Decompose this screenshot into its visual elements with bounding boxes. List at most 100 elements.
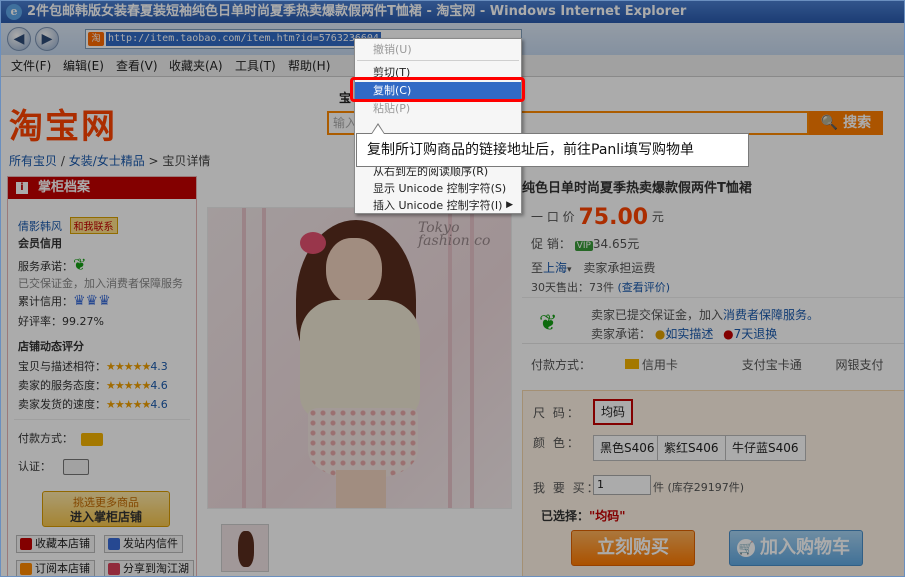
color-label: 颜 色： (533, 436, 581, 450)
vip-badge: VIP (574, 241, 593, 251)
rss-icon (20, 563, 32, 575)
product-thumbnail[interactable] (221, 524, 269, 572)
payment-credit-card: 信用卡 (624, 358, 708, 372)
contact-seller-button[interactable]: 和我联系 (69, 217, 118, 234)
model-face (326, 238, 382, 304)
share-icon (108, 563, 120, 575)
crown-icon[interactable]: ♛♛♛ (73, 293, 111, 309)
breadcrumb-category[interactable]: 女装/女士精品 (69, 154, 145, 168)
menu-tools[interactable]: 工具(T) (235, 58, 276, 74)
payment-methods-row: 付款方式： 信用卡 支付宝卡通 网银支付 (531, 356, 904, 373)
stock-text: 件 (库存29197件) (653, 481, 745, 494)
guarantee-text: 卖家已提交保证金，加入 (591, 308, 724, 322)
menu-edit[interactable]: 编辑(E) (63, 58, 104, 74)
collect-shop-button[interactable]: 收藏本店铺 (16, 535, 95, 553)
window-title-bar: e 2件包邮韩版女装春夏装短袖纯色日单时尚夏季热卖爆款假两件T恤裙 - 淘宝网 … (1, 1, 904, 23)
as-described-link[interactable]: 如实描述 (665, 327, 713, 341)
star-rating-icon: ★★★★★ (106, 360, 151, 373)
menu-help[interactable]: 帮助(H) (288, 58, 330, 74)
chevron-down-icon[interactable]: ▾ (567, 265, 572, 275)
share-button[interactable]: 分享到淘江湖 (104, 560, 194, 576)
menu-view[interactable]: 查看(V) (116, 58, 158, 74)
ship-city-select[interactable]: 上海 (543, 261, 567, 275)
taobao-favicon-icon: 淘 (88, 32, 104, 46)
as-described-icon: ● (654, 327, 666, 341)
price-row: 一 口 价 75.00 元 (531, 205, 664, 230)
breadcrumb-home[interactable]: 所有宝贝 (9, 154, 57, 168)
score-label: 宝贝与描述相符： (18, 360, 106, 373)
color-option[interactable]: 黑色S406 (593, 435, 662, 461)
credit-card-icon (624, 359, 639, 369)
sales-row: 30天售出：73件 (查看评价) (531, 279, 670, 295)
search-button[interactable]: 🔍 搜索 (809, 111, 883, 135)
seller-promise-label: 卖家承诺： (591, 327, 652, 341)
ctx-insert-unicode[interactable]: 插入 Unicode 控制字符(I) ▶ (355, 197, 521, 214)
ie-logo-icon: e (6, 4, 22, 20)
sales-count: 30天售出：73件 (531, 281, 614, 294)
id-card-icon[interactable] (63, 459, 89, 475)
quantity-input[interactable]: 1 (593, 475, 651, 495)
selected-value: "均码" (589, 509, 626, 523)
breadcrumb-separator: / (57, 154, 69, 168)
share-label: 分享到淘江湖 (123, 562, 189, 575)
shop-payment-label: 付款方式： (18, 432, 73, 445)
credit-title: 会员信用 (18, 237, 62, 250)
size-option-selected[interactable]: 均码 (593, 399, 634, 425)
score-value: 4.6 (150, 398, 168, 411)
browser-window: e 2件包邮韩版女装春夏装短袖纯色日单时尚夏季热卖爆款假两件T恤裙 - 淘宝网 … (0, 0, 905, 577)
send-message-label: 发站内信件 (123, 537, 178, 550)
submenu-arrow-icon: ▶ (506, 200, 513, 210)
color-option[interactable]: 紫红S406 (657, 435, 726, 461)
ctx-insert-unicode-label: 插入 Unicode 控制字符(I) (373, 199, 503, 212)
ship-fee: 卖家承担运费 (583, 261, 656, 275)
send-message-button[interactable]: 发站内信件 (104, 535, 183, 553)
add-to-cart-label: 加入购物车 (760, 537, 850, 558)
image-watermark-text: Tokyo fashion co (418, 220, 491, 249)
enter-shop-button[interactable]: 挑选更多商品 进入掌柜店铺 (42, 491, 170, 527)
price-value: 75.00 (578, 205, 649, 230)
divider (522, 297, 904, 298)
ctx-separator (357, 60, 519, 61)
instruction-tooltip: 复制所订购商品的链接地址后，前往Panli填写购物单 (356, 133, 749, 167)
guarantee-row: 卖家已提交保证金，加入消费者保障服务。 (591, 306, 819, 323)
enter-shop-subtitle: 挑选更多商品 (73, 496, 139, 509)
menu-file[interactable]: 文件(F) (11, 58, 51, 74)
subscribe-shop-label: 订阅本店铺 (35, 562, 90, 575)
payment-online-bank: 网银支付 (835, 358, 884, 372)
rating-text: 好评率：99.27% (18, 315, 104, 328)
back-button[interactable]: ◀ (7, 27, 31, 51)
service-promise-row: 服务承诺：❦ (18, 255, 86, 274)
star-rating-icon: ★★★★★ (106, 379, 151, 392)
divider (14, 419, 190, 420)
star-rating-icon: ★★★★★ (106, 398, 151, 411)
ctx-show-unicode[interactable]: 显示 Unicode 控制字符(S) (355, 180, 521, 197)
taobao-logo[interactable]: 淘宝网 (9, 99, 117, 148)
sku-selection-box: 尺 码： 均码 颜 色： 黑色S406 紫红S406 牛仔蓝S406 我 要 买… (522, 390, 904, 576)
collect-shop-label: 收藏本店铺 (35, 537, 90, 550)
subscribe-shop-button[interactable]: 订阅本店铺 (16, 560, 95, 576)
search-button-label: 搜索 (843, 115, 872, 131)
size-label: 尺 码： (533, 406, 581, 420)
credit-row: 累计信用：♛♛♛ (18, 293, 111, 309)
buy-now-button[interactable]: 立刻购买 (571, 530, 695, 566)
product-main-image[interactable]: Tokyo fashion co (207, 207, 512, 509)
address-url[interactable]: http://item.taobao.com/item.htm?id=57632… (106, 32, 381, 46)
consumer-protection-link[interactable]: 消费者保障服务。 (723, 308, 819, 322)
menu-favorites[interactable]: 收藏夹(A) (169, 58, 223, 74)
seven-day-return-link[interactable]: 7天退换 (734, 327, 778, 341)
promo-label: 促 销： (531, 237, 571, 251)
shop-profile-panel: i 掌柜档案 倩影韩风 和我联系 会员信用 服务承诺：❦ 已交保证金，加入消费者… (7, 176, 197, 576)
model-top (300, 300, 420, 420)
consumer-protection-icon[interactable]: ❦ (539, 311, 557, 336)
promo-row: 促 销： VIP 34.65元 (531, 235, 639, 252)
seller-name[interactable]: 倩影韩风 (18, 220, 62, 233)
add-to-cart-button[interactable]: 🛒 加入购物车 (729, 530, 863, 566)
thumbnail-figure (238, 531, 254, 567)
shop-panel-header-icon: i (16, 182, 28, 194)
consumer-protection-icon[interactable]: ❦ (73, 255, 86, 274)
model-skirt (308, 408, 418, 478)
color-option[interactable]: 牛仔蓝S406 (725, 435, 806, 461)
forward-button[interactable]: ▶ (35, 27, 59, 51)
score-value: 4.6 (150, 379, 168, 392)
view-reviews-link[interactable]: (查看评价) (618, 281, 671, 294)
